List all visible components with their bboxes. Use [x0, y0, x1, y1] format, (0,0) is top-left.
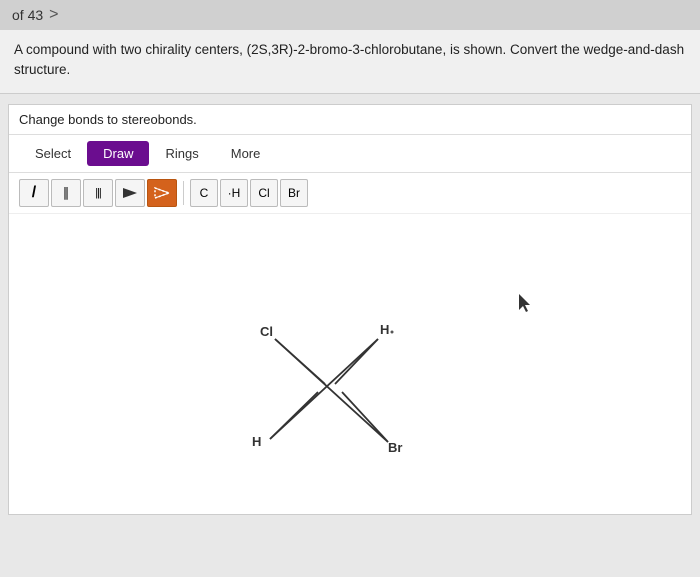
drawing-area[interactable]: Cl H H Br: [9, 214, 691, 514]
svg-text:Br: Br: [388, 440, 402, 455]
carbon-btn[interactable]: C: [190, 179, 218, 207]
toolbar-separator: [183, 181, 184, 205]
cursor-indicator: [519, 294, 531, 312]
next-chevron[interactable]: >: [49, 6, 58, 24]
question-area: A compound with two chirality centers, (…: [0, 30, 700, 94]
svg-text:Cl: Cl: [260, 324, 273, 339]
question-text: A compound with two chirality centers, (…: [14, 42, 684, 77]
page-counter: of 43: [12, 7, 43, 23]
hydrogen-btn[interactable]: ·H: [220, 179, 248, 207]
dash-bond-btn[interactable]: [147, 179, 177, 207]
chlorine-btn[interactable]: Cl: [250, 179, 278, 207]
tab-draw[interactable]: Draw: [87, 141, 149, 166]
svg-text:H: H: [380, 322, 389, 337]
tab-rings[interactable]: Rings: [149, 141, 214, 166]
tab-more[interactable]: More: [215, 141, 277, 166]
single-bond-btn[interactable]: /: [19, 179, 49, 207]
double-bond-btn[interactable]: ∥: [51, 179, 81, 207]
molecule-structure: Cl H H Br: [230, 274, 430, 499]
tab-select[interactable]: Select: [19, 141, 87, 166]
panel-title: Change bonds to stereobonds.: [9, 105, 691, 135]
top-bar: of 43 >: [0, 0, 700, 30]
main-panel: Change bonds to stereobonds. Select Draw…: [8, 104, 692, 515]
triple-bond-btn[interactable]: |||: [83, 179, 113, 207]
wedge-bond-btn[interactable]: [115, 179, 145, 207]
bromine-btn[interactable]: Br: [280, 179, 308, 207]
tab-toolbar: Select Draw Rings More: [9, 135, 691, 173]
svg-text:H: H: [252, 434, 261, 449]
tools-row: / ∥ ||| C ·H Cl Br: [9, 173, 691, 214]
